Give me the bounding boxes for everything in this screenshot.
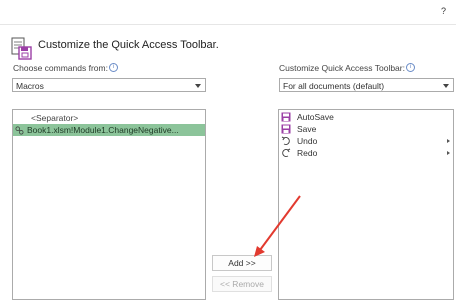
qat-scope-dropdown[interactable]: For all documents (default) <box>279 78 454 92</box>
qat-commands-list[interactable]: AutoSave Save Undo Redo <box>278 109 454 300</box>
choose-commands-label: Choose commands from: i <box>13 63 118 73</box>
qat-item-save[interactable]: Save <box>279 123 453 135</box>
dialog-header: ? <box>0 0 456 25</box>
remove-button[interactable]: << Remove <box>212 276 272 292</box>
save-icon <box>281 124 291 134</box>
list-item-macro[interactable]: Book1.xlsm!Module1.ChangeNegative... <box>13 124 205 136</box>
customize-qat-label: Customize Quick Access Toolbar: i <box>279 63 415 73</box>
chevron-down-icon <box>195 84 201 88</box>
info-icon: i <box>405 63 415 72</box>
qat-item-redo[interactable]: Redo <box>279 147 453 159</box>
dialog-title: Customize the Quick Access Toolbar. <box>38 39 219 51</box>
list-item-label: Book1.xlsm!Module1.ChangeNegative... <box>27 125 179 135</box>
info-icon: i <box>108 63 118 72</box>
qat-scope-value: For all documents (default) <box>283 81 385 91</box>
redo-icon <box>282 148 291 157</box>
qat-item-undo[interactable]: Undo <box>279 135 453 147</box>
qat-item-label: Redo <box>297 148 318 158</box>
macro-icon <box>15 126 24 135</box>
qat-item-label: Save <box>297 124 317 134</box>
list-item-separator[interactable]: <Separator> <box>13 112 205 124</box>
choose-commands-value: Macros <box>16 81 44 91</box>
qat-item-label: Undo <box>297 136 318 146</box>
submenu-arrow-icon[interactable] <box>447 151 450 155</box>
qat-item-autosave[interactable]: AutoSave <box>279 111 453 123</box>
chevron-down-icon <box>443 84 449 88</box>
choose-commands-dropdown[interactable]: Macros <box>12 78 206 92</box>
qat-item-label: AutoSave <box>297 112 334 122</box>
customize-toolbar-icon <box>11 37 32 60</box>
submenu-arrow-icon[interactable] <box>447 139 450 143</box>
help-button[interactable]: ? <box>441 6 446 16</box>
add-button[interactable]: Add >> <box>212 255 272 271</box>
autosave-icon <box>281 112 291 122</box>
undo-icon <box>281 136 290 145</box>
commands-list[interactable]: <Separator> Book1.xlsm!Module1.ChangeNeg… <box>12 109 206 300</box>
